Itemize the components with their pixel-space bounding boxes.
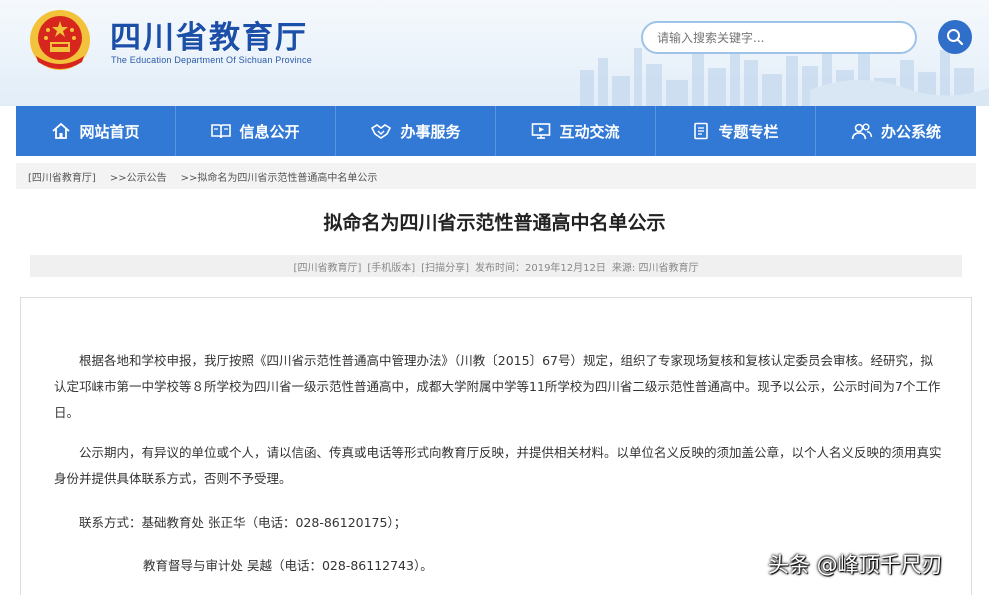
- nav-item-home[interactable]: 网站首页: [16, 106, 176, 156]
- breadcrumb-item-current[interactable]: >>拟命名为四川省示范性普通高中名单公示: [181, 169, 378, 184]
- home-icon: [52, 122, 71, 139]
- users-icon: [851, 123, 873, 140]
- nav-item-label: 信息公开: [239, 122, 300, 141]
- search-input[interactable]: [641, 21, 917, 54]
- article-title: 拟命名为四川省示范性普通高中名单公示: [323, 212, 666, 234]
- meta-share-link[interactable]: [扫描分享]: [421, 259, 469, 274]
- nav-item-label: 办公系统: [880, 122, 941, 141]
- site-title: 四川省教育厅: [110, 20, 308, 56]
- nav-item-office[interactable]: 办公系统: [816, 106, 976, 156]
- nav-item-interaction[interactable]: 互动交流: [496, 106, 656, 156]
- article-contact-line: 联系方式：基础教育处 张正华（电话：028-86120175）；: [79, 515, 407, 530]
- breadcrumb-item-home[interactable]: [四川省教育厅]: [28, 169, 96, 184]
- handshake-icon: [371, 124, 392, 139]
- meta-mobile-link[interactable]: [手机版本]: [367, 259, 415, 274]
- search-button[interactable]: [938, 20, 972, 54]
- nav-item-label: 办事服务: [400, 122, 461, 141]
- main-nav: 网站首页 信息公开 办事服务 互动交流 专题专栏 办公系统: [16, 106, 976, 156]
- monitor-icon: [532, 123, 551, 139]
- meta-origin: 来源: 四川省教育厅: [611, 262, 699, 274]
- site-header: 四川省教育厅 The Education Department Of Sichu…: [0, 0, 989, 106]
- article-meta-bar: [四川省教育厅] [手机版本] [扫描分享] 发布时间：2019年12月12日 …: [30, 255, 962, 277]
- site-subtitle: The Education Department Of Sichuan Prov…: [111, 55, 312, 65]
- document-icon: [694, 122, 709, 140]
- meta-publish-time: 发布时间：2019年12月12日: [474, 262, 606, 274]
- nav-item-label: 互动交流: [559, 122, 620, 141]
- nav-item-services[interactable]: 办事服务: [336, 106, 496, 156]
- breadcrumb-item-notices[interactable]: >>公示公告: [110, 169, 167, 184]
- article-paragraph: 根据各地和学校申报，我厅按照《四川省示范性普通高中管理办法》（川教〔2015〕6…: [54, 353, 941, 420]
- breadcrumb: [四川省教育厅] >>公示公告 >>拟命名为四川省示范性普通高中名单公示: [16, 163, 976, 189]
- national-emblem-icon: [30, 10, 90, 70]
- watermark-text: 头条 @峰顶千尺刃: [768, 553, 943, 577]
- book-icon: [211, 124, 232, 139]
- article-paragraph: 公示期内，有异议的单位或个人，请以信函、传真或电话等形式向教育厅反映，并提供相关…: [54, 445, 942, 486]
- meta-source-link[interactable]: [四川省教育厅]: [294, 259, 362, 274]
- nav-item-label: 专题专栏: [718, 122, 779, 141]
- nav-item-info[interactable]: 信息公开: [176, 106, 336, 156]
- nav-item-label: 网站首页: [79, 122, 140, 141]
- search-icon: [947, 29, 964, 46]
- nav-item-topics[interactable]: 专题专栏: [656, 106, 816, 156]
